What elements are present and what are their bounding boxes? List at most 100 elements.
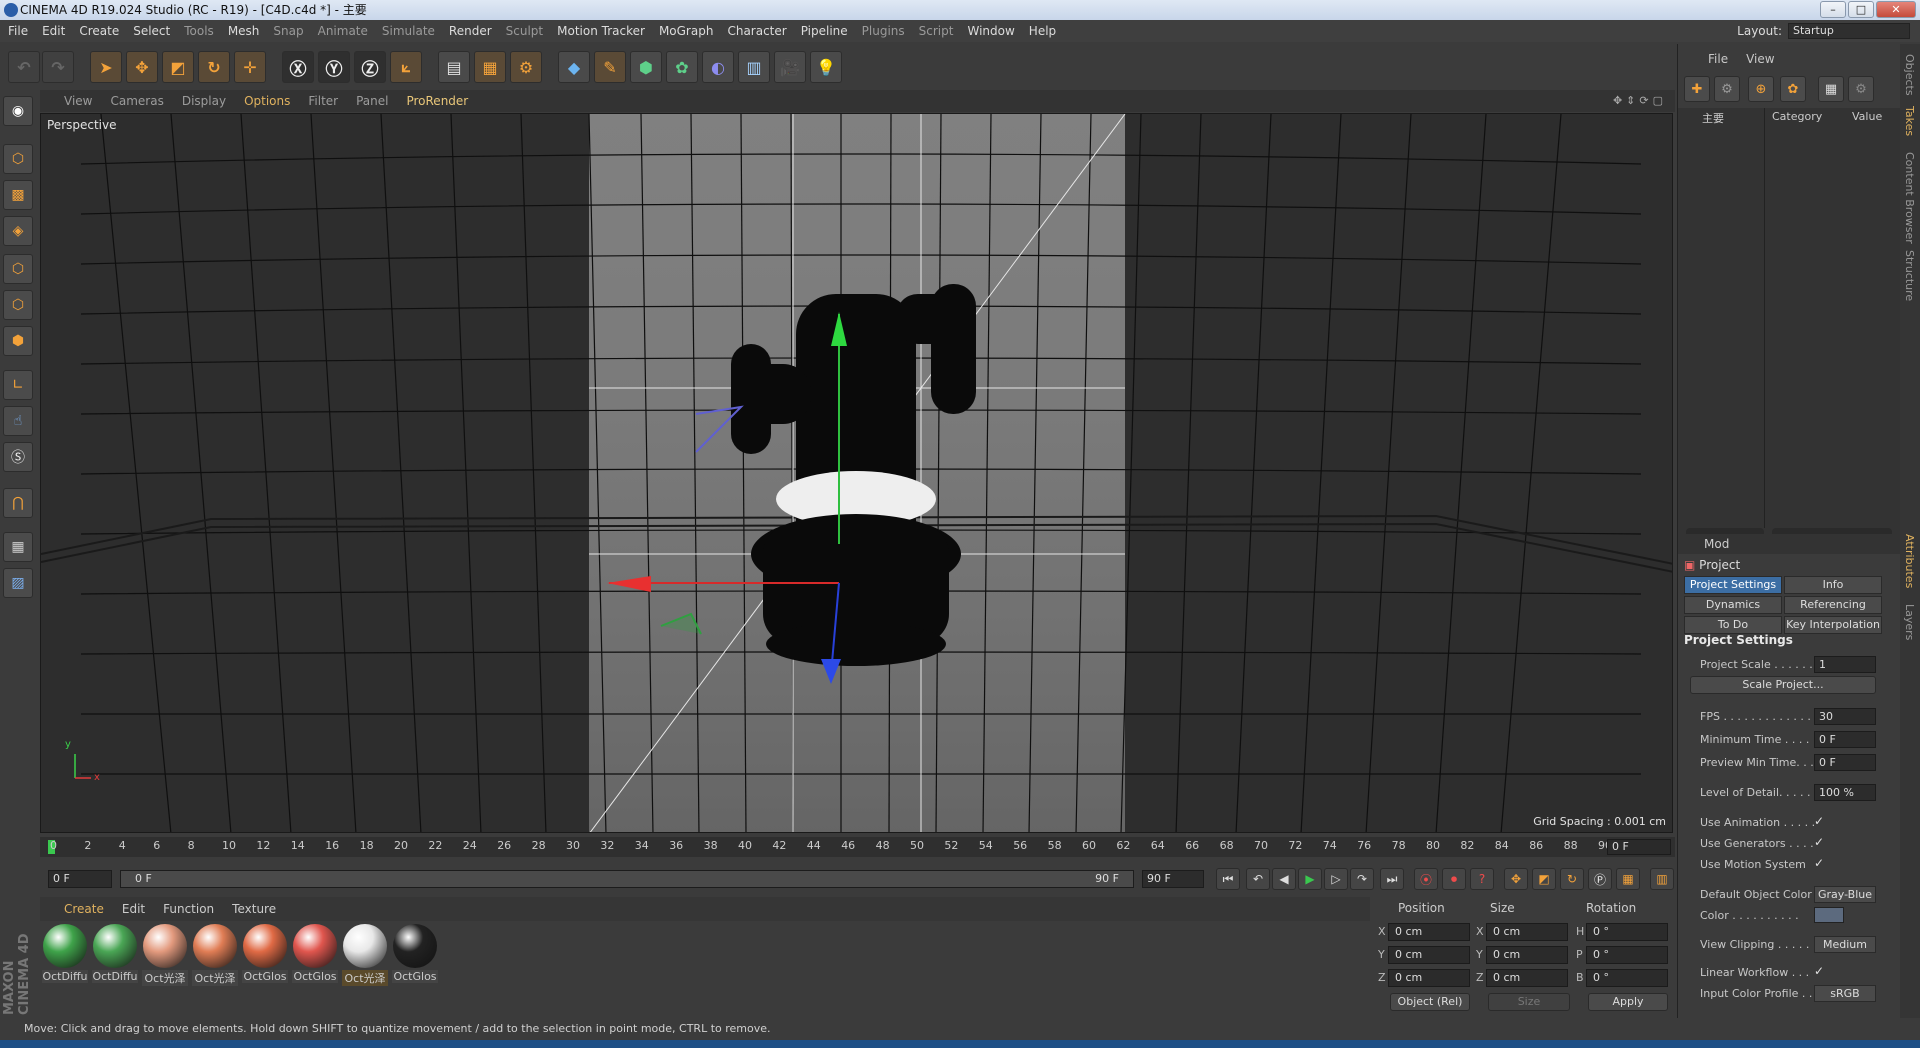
menu-simulate[interactable]: Simulate (382, 24, 435, 38)
object-menu-file[interactable]: File (1708, 52, 1728, 66)
menu-render[interactable]: Render (449, 24, 492, 38)
texture-mode-icon[interactable]: ▩ (3, 180, 33, 210)
size-mode-dropdown[interactable]: Size (1488, 993, 1570, 1011)
prev-frame-icon[interactable]: ◀ (1272, 868, 1296, 890)
maximize-button[interactable]: □ (1848, 1, 1874, 18)
material-swatch[interactable]: OctGlos (392, 924, 438, 983)
view-clipping-dropdown[interactable]: Medium (1814, 936, 1876, 953)
menu-tools[interactable]: Tools (184, 24, 214, 38)
menu-window[interactable]: Window (967, 24, 1014, 38)
menu-motion-tracker[interactable]: Motion Tracker (557, 24, 645, 38)
tab-info[interactable]: Info (1784, 576, 1882, 594)
menu-select[interactable]: Select (133, 24, 170, 38)
render-picture-viewer-icon[interactable]: ▦ (474, 51, 506, 83)
size-y-field[interactable]: 0 cm (1486, 946, 1568, 964)
add-object-icon[interactable]: ✚ (1684, 76, 1710, 102)
next-key-icon[interactable]: ↷ (1350, 868, 1374, 890)
keyframe-selection-icon[interactable]: ? (1470, 868, 1494, 890)
default-object-color-dropdown[interactable]: Gray-Blue (1814, 886, 1876, 903)
autokey-icon[interactable]: ⏺ (1442, 868, 1466, 890)
key-parameter-icon[interactable]: Ⓟ (1588, 868, 1612, 890)
material-swatch[interactable]: OctGlos (242, 924, 288, 983)
menu-help[interactable]: Help (1029, 24, 1056, 38)
menu-animate[interactable]: Animate (318, 24, 368, 38)
material-menu-create[interactable]: Create (64, 902, 104, 916)
tab-layers[interactable]: Layers (1903, 604, 1916, 640)
render-view-icon[interactable]: ▤ (438, 51, 470, 83)
workplane-icon[interactable]: ◈ (3, 216, 33, 246)
key-scale-icon[interactable]: ◩ (1532, 868, 1556, 890)
object-list[interactable]: 主要 Category Value (1678, 108, 1901, 568)
current-frame-field[interactable]: 0 F (1607, 839, 1671, 855)
tab-attributes[interactable]: Attributes (1903, 534, 1916, 588)
make-editable-icon[interactable]: ◉ (3, 96, 33, 126)
tab-dynamics[interactable]: Dynamics (1684, 596, 1782, 614)
light-icon[interactable]: 💡 (810, 51, 842, 83)
use-motion-system-checkbox[interactable]: ✓ (1814, 856, 1824, 870)
object-menu-view[interactable]: View (1746, 52, 1774, 66)
rot-p-field[interactable]: 0 ° (1586, 946, 1668, 964)
material-swatch[interactable]: OctGlos (292, 924, 338, 983)
pen-spline-icon[interactable]: ✎ (594, 51, 626, 83)
pos-y-field[interactable]: 0 cm (1388, 946, 1470, 964)
goto-end-icon[interactable]: ⏭ (1380, 868, 1404, 890)
size-x-field[interactable]: 0 cm (1486, 923, 1568, 941)
coordinate-system-icon[interactable]: ⟀ (390, 51, 422, 83)
coordinate-mode-dropdown[interactable]: Object (Rel) (1390, 993, 1470, 1011)
material-swatch[interactable]: Oct光泽 (192, 924, 238, 986)
preview-min-time-field[interactable]: 0 F (1814, 754, 1876, 771)
pos-x-field[interactable]: 0 cm (1388, 923, 1470, 941)
goto-start-icon[interactable]: ⏮ (1216, 868, 1240, 890)
tab-project-settings[interactable]: Project Settings (1684, 576, 1782, 594)
menu-mograph[interactable]: MoGraph (659, 24, 714, 38)
edges-mode-icon[interactable]: ⬡ (3, 290, 33, 320)
material-menu-edit[interactable]: Edit (122, 902, 145, 916)
undo-icon[interactable]: ↶ (8, 51, 40, 83)
viewport-menu-panel[interactable]: Panel (356, 94, 388, 108)
redo-icon[interactable]: ↷ (42, 51, 74, 83)
key-position-icon[interactable]: ✥ (1504, 868, 1528, 890)
viewport-menu-view[interactable]: View (64, 94, 92, 108)
take-icon[interactable]: ▦ (1818, 76, 1844, 102)
material-menu-function[interactable]: Function (163, 902, 214, 916)
octane-icon[interactable]: ⊕ (1748, 76, 1774, 102)
menu-plugins[interactable]: Plugins (862, 24, 905, 38)
preview-range-slider[interactable]: 0 F 90 F (120, 870, 1134, 888)
menu-script[interactable]: Script (919, 24, 954, 38)
material-menu-texture[interactable]: Texture (232, 902, 276, 916)
minimize-button[interactable]: – (1820, 1, 1846, 18)
pos-z-field[interactable]: 0 cm (1388, 969, 1470, 987)
viewport-menu-filter[interactable]: Filter (308, 94, 338, 108)
attribute-mode-menu[interactable]: Mod (1678, 534, 1901, 554)
use-generators-checkbox[interactable]: ✓ (1814, 835, 1824, 849)
prev-key-icon[interactable]: ↶ (1246, 868, 1270, 890)
material-swatch[interactable]: Oct光泽 (342, 924, 388, 986)
camera-icon[interactable]: 🎥 (774, 51, 806, 83)
points-mode-icon[interactable]: ⬡ (3, 254, 33, 284)
next-frame-icon[interactable]: ▷ (1324, 868, 1348, 890)
recent-tool-icon[interactable]: ✛ (234, 51, 266, 83)
menu-mesh[interactable]: Mesh (228, 24, 260, 38)
tab-content-browser[interactable]: Content Browser (1903, 152, 1916, 244)
tab-to-do[interactable]: To Do (1684, 616, 1782, 634)
linear-workflow-checkbox[interactable]: ✓ (1814, 964, 1824, 978)
project-scale-field[interactable]: 1 (1814, 656, 1876, 673)
material-swatch[interactable]: OctDiffu (92, 924, 138, 983)
floor-icon[interactable]: ▥ (738, 51, 770, 83)
level-of-detail-field[interactable]: 100 % (1814, 784, 1876, 801)
z-axis-lock-icon[interactable]: Ⓩ (354, 51, 386, 83)
size-z-field[interactable]: 0 cm (1486, 969, 1568, 987)
menu-edit[interactable]: Edit (42, 24, 65, 38)
play-icon[interactable]: ▶ (1298, 868, 1322, 890)
scale-project-button[interactable]: Scale Project... (1690, 676, 1876, 694)
tab-key-interpolation[interactable]: Key Interpolation (1784, 616, 1882, 634)
select-arrow-icon[interactable]: ➤ (90, 51, 122, 83)
frame-ruler[interactable]: 0 2 4 6 8 10 12 14 16 18 20 22 24 26 28 30 32 34 36 38 40 42 4… (40, 837, 1636, 857)
menu-create[interactable]: Create (79, 24, 119, 38)
tab-structure[interactable]: Structure (1903, 250, 1916, 301)
layout-dropdown[interactable]: Startup (1788, 23, 1910, 39)
scale-tool-icon[interactable]: ◩ (162, 51, 194, 83)
use-animation-checkbox[interactable]: ✓ (1814, 814, 1824, 828)
menu-sculpt[interactable]: Sculpt (506, 24, 543, 38)
material-swatch[interactable]: OctDiffu (42, 924, 88, 983)
